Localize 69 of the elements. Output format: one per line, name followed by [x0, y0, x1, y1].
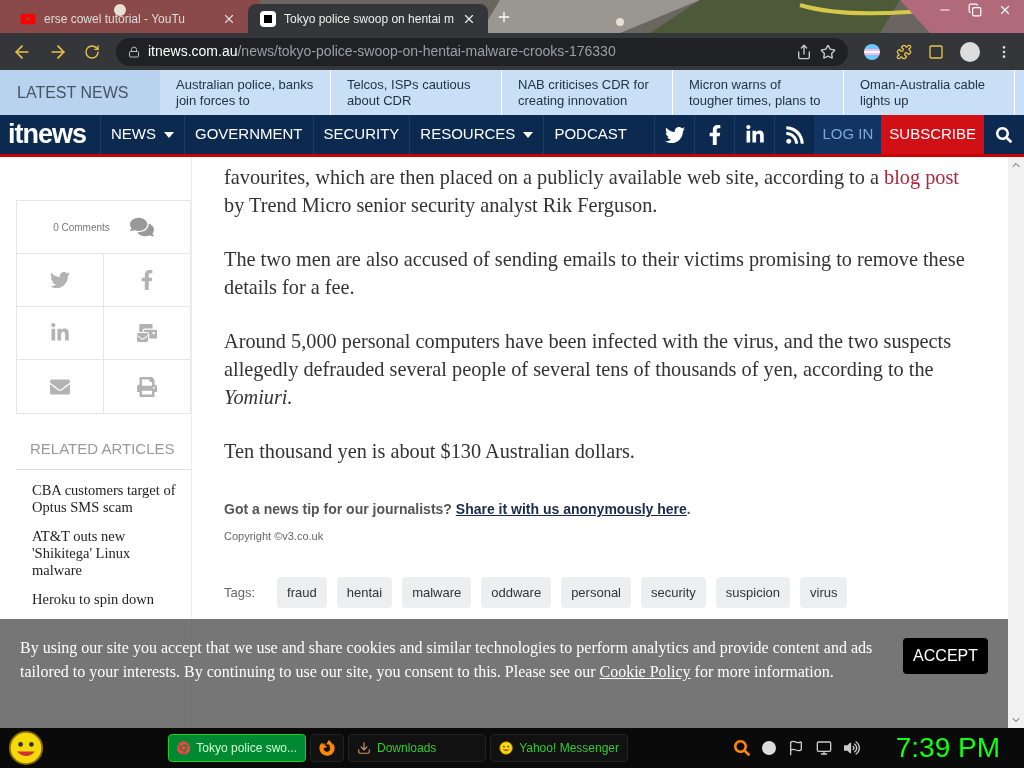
- comment-count[interactable]: 0 Comments: [53, 219, 110, 235]
- browser-icon: [319, 740, 335, 756]
- search-icon[interactable]: [733, 740, 750, 756]
- tag-chip[interactable]: suspicion: [715, 576, 790, 608]
- site-icon: [260, 10, 276, 27]
- subscribe-button[interactable]: SUBSCRIBE: [881, 115, 984, 154]
- tab-title: erse cowel tutorial - YouTu: [44, 10, 186, 28]
- tab-title: Tokyo police swoop on hentai m: [284, 10, 454, 28]
- tag-chip[interactable]: malware: [402, 576, 472, 608]
- star-icon[interactable]: [820, 43, 836, 60]
- nav-link[interactable]: PODCAST: [543, 115, 637, 154]
- twitter-icon[interactable]: [664, 124, 685, 145]
- rss-icon[interactable]: [784, 124, 805, 145]
- address-bar[interactable]: itnews.com.au/news/tokyo-police-swoop-on-hentai-malware-crooks-176330: [116, 37, 848, 66]
- flag-icon[interactable]: [787, 740, 804, 756]
- clock[interactable]: 7:39 PM: [895, 727, 1000, 768]
- related-heading: RELATED ARTICLES: [16, 438, 191, 470]
- volume-icon[interactable]: [843, 740, 860, 756]
- tag-chip[interactable]: fraud: [277, 576, 327, 608]
- cookie-policy-link[interactable]: Cookie Policy: [599, 663, 691, 680]
- lock-icon: [128, 45, 140, 58]
- site-logo[interactable]: itnews: [0, 115, 100, 154]
- browser-tab[interactable]: Tokyo police swoop on hentai m: [248, 4, 488, 33]
- tags-label: Tags:: [224, 583, 256, 602]
- nav-link[interactable]: RESOURCES: [409, 115, 544, 154]
- tag-chip[interactable]: security: [641, 576, 706, 608]
- article-paragraph: The two men are also accused of sending emails to their victims promising to remove these details for a fee.: [224, 247, 966, 300]
- network-icon[interactable]: [815, 740, 832, 756]
- nav-link[interactable]: GOVERNMENT: [184, 115, 313, 154]
- article-paragraph: favourites, which are then placed on a publicly available web site, according to a blog post by Trend Micro senior security analyst Rik Ferguson.: [224, 165, 960, 219]
- restore-icon[interactable]: [968, 3, 982, 17]
- related-article-link[interactable]: AT&T outs new 'Shikitega' Linux malware: [32, 527, 183, 579]
- url-domain: itnews.com.au: [148, 42, 238, 61]
- related-article-link[interactable]: Heroku to spin down: [32, 590, 183, 608]
- article-paragraph: Around 5,000 personal computers have been infected with the virus, and the two suspects allegedly defrauded several people of several tens of thousands of yen, according to the Yomiuri.: [224, 329, 953, 410]
- related-article-link[interactable]: CBA customers target of Optus SMS scam: [32, 481, 183, 516]
- login-link[interactable]: LOG IN: [814, 115, 882, 154]
- download-icon: [357, 741, 371, 755]
- share-icon[interactable]: [796, 43, 812, 60]
- profile-icon[interactable]: [960, 41, 980, 62]
- accept-button[interactable]: ACCEPT: [903, 638, 988, 674]
- blog-post-link[interactable]: blog post: [884, 166, 959, 188]
- cookie-notice: By using our site you accept that we use and share cookies and similar technologies to perform analytics and provide content and ads tailored to your interests. By continuing to use our site, you consent to this. Please see our Cookie Policy for more information.: [20, 638, 874, 683]
- tag-chip[interactable]: virus: [800, 576, 848, 608]
- tag-chip[interactable]: oddware: [481, 576, 552, 608]
- taskbar-button[interactable]: Yahoo! Messenger: [490, 734, 628, 762]
- search-icon[interactable]: [996, 126, 1012, 143]
- taskbar-button[interactable]: Tokyo police swo...: [168, 734, 306, 762]
- nav-link[interactable]: SECURITY: [312, 115, 410, 154]
- status-icon[interactable]: [761, 741, 776, 755]
- extensions-icon[interactable]: [896, 43, 912, 60]
- news-tip-text: Got a news tip for our journalists? Share it with us anonymously here.: [224, 500, 692, 519]
- reload-icon[interactable]: [84, 43, 100, 60]
- comments-icon[interactable]: [129, 215, 154, 239]
- url-path: /news/tokyo-police-swoop-on-hentai-malware-crooks-176330: [237, 42, 616, 61]
- copyright-text: Copyright ©v3.co.uk: [224, 529, 325, 544]
- taskbar-button[interactable]: Downloads: [348, 734, 486, 762]
- article-paragraph: Ten thousand yen is about $130 Australian dollars.: [224, 439, 636, 465]
- latest-news-label: LATEST NEWS: [0, 70, 160, 115]
- taskbar-button[interactable]: [310, 734, 344, 762]
- browser-icon: [177, 741, 191, 755]
- share-tip-link[interactable]: Share it with us anonymously here: [455, 501, 687, 517]
- sidebar-icon[interactable]: [928, 43, 944, 60]
- flag-icon[interactable]: [864, 43, 880, 60]
- nav-link[interactable]: NEWS: [100, 115, 184, 154]
- smiley-icon: [499, 740, 514, 756]
- tag-chip[interactable]: personal: [561, 576, 631, 608]
- linkedin-icon[interactable]: [744, 124, 765, 145]
- tag-chip[interactable]: hentai: [336, 576, 393, 608]
